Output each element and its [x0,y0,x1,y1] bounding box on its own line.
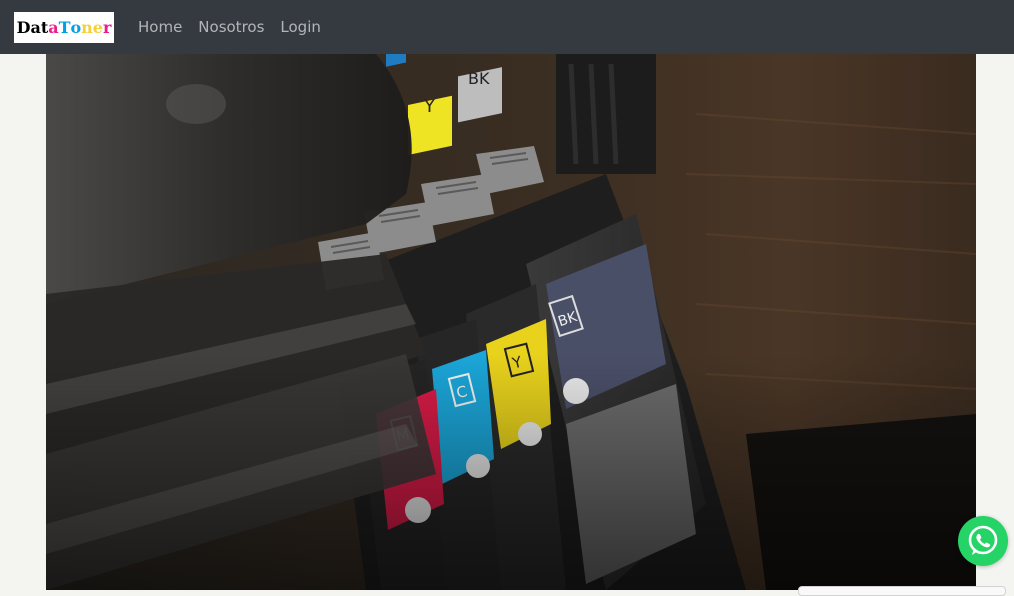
nav-link-nosotros[interactable]: Nosotros [198,18,264,36]
nav-links: Home Nosotros Login [130,18,329,36]
printer-cartridges-photo: Y BK BK Y C M [46,54,976,590]
brand-letter: a [30,17,41,37]
recaptcha-badge [798,586,1006,596]
tray-label-y: Y [423,96,436,117]
whatsapp-button[interactable] [958,516,1008,566]
brand-letter: o [70,17,82,37]
hero-image: Y BK BK Y C M [46,54,976,590]
whatsapp-icon [968,525,998,555]
tray-label-bk: BK [468,69,490,88]
brand-letter: r [102,17,112,37]
navbar: DataToner Home Nosotros Login [0,0,1014,54]
brand-letter: a [48,17,59,37]
brand-letter: T [58,17,71,37]
brand-letter: D [16,17,31,37]
brand-letter: e [92,17,103,37]
nav-link-home[interactable]: Home [138,18,182,36]
brand-letter: t [40,17,49,37]
brand-letter: n [81,17,93,37]
nav-link-login[interactable]: Login [280,18,320,36]
brand-logo[interactable]: DataToner [14,11,114,43]
